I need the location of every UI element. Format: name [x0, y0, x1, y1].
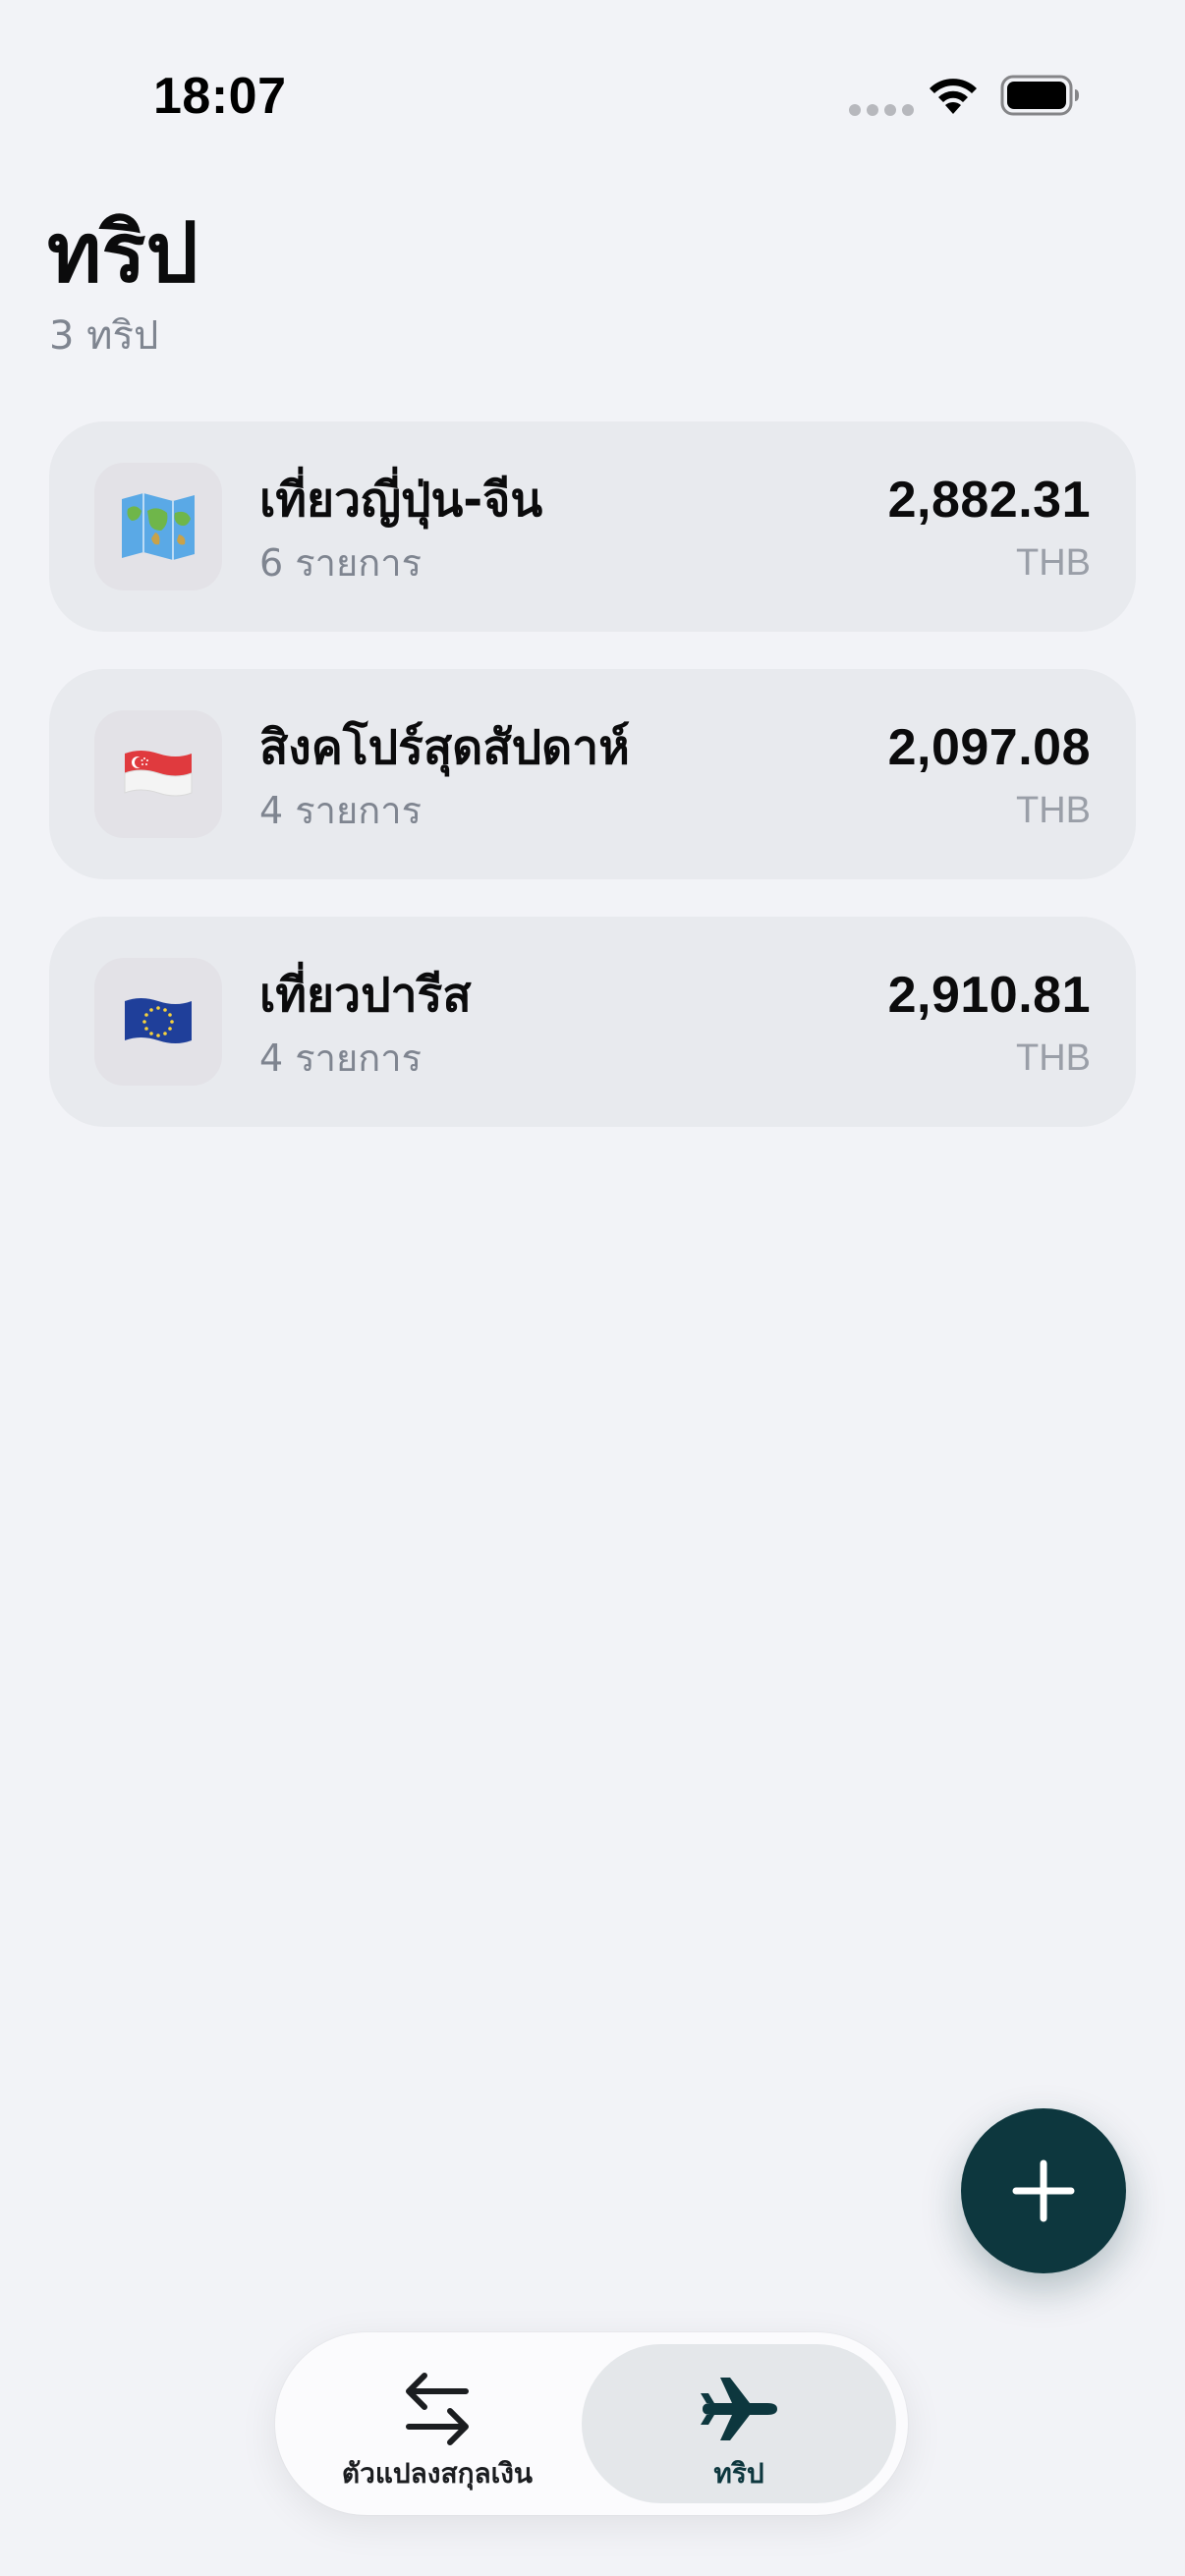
- trips-screen: 18:07 ทริป 3 ทริป เที่ยวญี่ปุ่น-จีน 6 รา…: [0, 0, 1185, 2576]
- trip-item-count: 4 รายการ: [259, 789, 423, 832]
- trip-currency: THB: [1016, 542, 1091, 584]
- trip-name: เที่ยวปารีส: [259, 968, 472, 1023]
- trip-item-count: 6 รายการ: [259, 541, 423, 585]
- tab-trips[interactable]: ทริป: [582, 2344, 896, 2503]
- trip-item-count: 4 รายการ: [259, 1036, 423, 1080]
- singapore-flag-icon: [94, 710, 222, 838]
- swap-arrows-icon: [406, 2373, 469, 2445]
- tab-label: ทริป: [713, 2457, 764, 2490]
- battery-icon: [1000, 75, 1079, 116]
- trip-count-subtitle: 3 ทริป: [49, 313, 159, 359]
- add-trip-button[interactable]: [961, 2108, 1126, 2273]
- status-time: 18:07: [153, 68, 287, 125]
- trip-total-amount: 2,910.81: [887, 967, 1091, 1024]
- trip-currency: THB: [1016, 1037, 1091, 1079]
- trip-total-amount: 2,882.31: [887, 472, 1091, 529]
- trip-currency: THB: [1016, 790, 1091, 831]
- cellular-signal-icon: [849, 104, 914, 116]
- tab-label: ตัวแปลงสกุลเงิน: [341, 2457, 534, 2490]
- eu-flag-icon: [94, 958, 222, 1086]
- wifi-icon: [930, 79, 977, 114]
- trip-name: สิงคโปร์สุดสัปดาห์: [259, 720, 630, 775]
- world-map-icon: [94, 463, 222, 590]
- page-title: ทริป: [47, 204, 198, 301]
- tab-currency-converter[interactable]: ตัวแปลงสกุลเงิน: [287, 2344, 588, 2503]
- plus-icon: [1012, 2159, 1075, 2222]
- trip-name: เที่ยวญี่ปุ่น-จีน: [259, 473, 543, 528]
- status-bar: 18:07: [0, 0, 1185, 196]
- trip-list: เที่ยวญี่ปุ่น-จีน 6 รายการ 2,882.31 THB: [49, 421, 1136, 1164]
- tab-bar: ตัวแปลงสกุลเงิน ทริป: [275, 2332, 908, 2515]
- airplane-icon: [701, 2378, 777, 2440]
- trip-card[interactable]: สิงคโปร์สุดสัปดาห์ 4 รายการ 2,097.08 THB: [49, 669, 1136, 879]
- trip-card[interactable]: เที่ยวญี่ปุ่น-จีน 6 รายการ 2,882.31 THB: [49, 421, 1136, 632]
- trip-card[interactable]: เที่ยวปารีส 4 รายการ 2,910.81 THB: [49, 917, 1136, 1127]
- trip-total-amount: 2,097.08: [887, 719, 1091, 776]
